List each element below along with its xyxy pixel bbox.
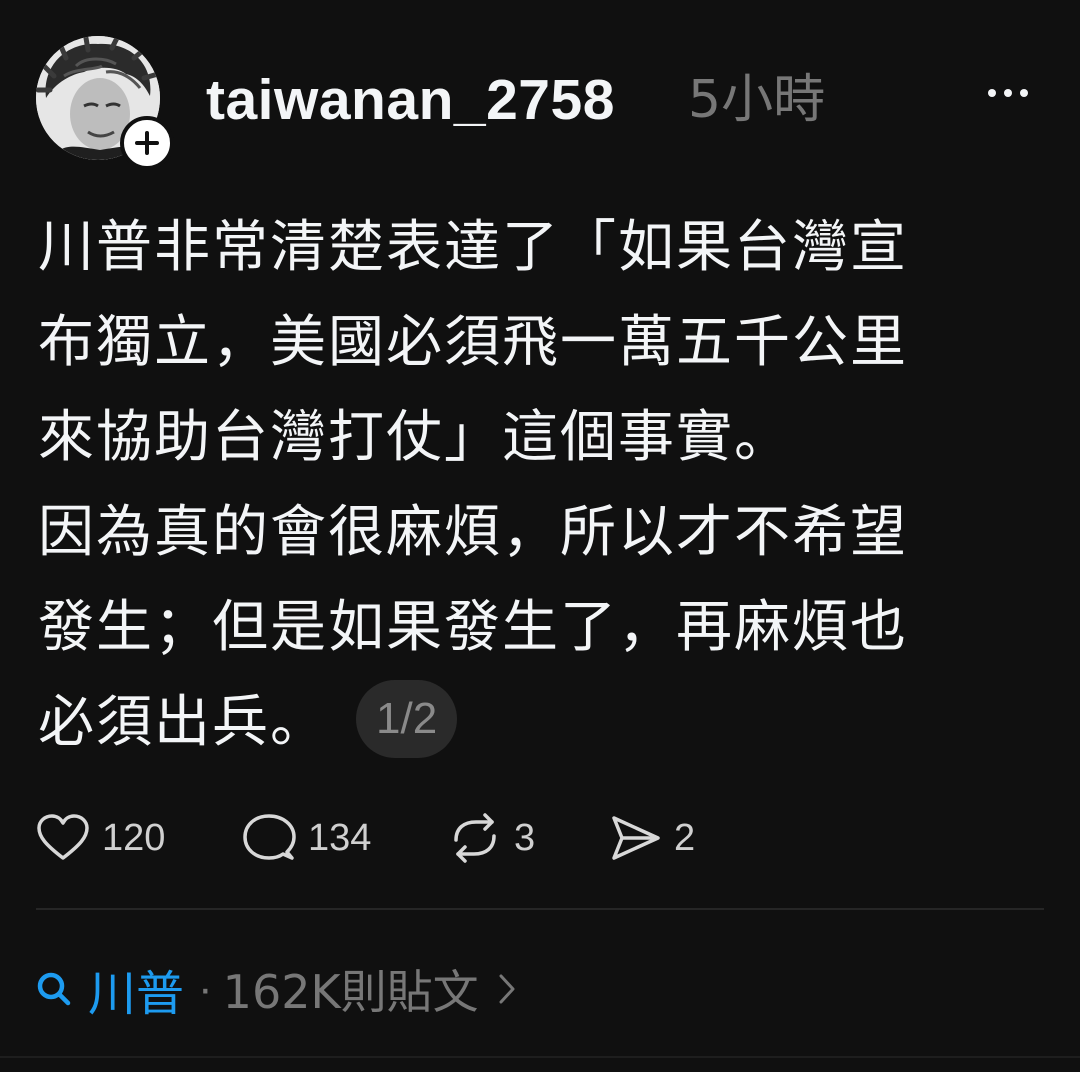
like-button[interactable]: 120: [36, 813, 242, 863]
share-button[interactable]: 2: [608, 812, 728, 864]
share-count: 2: [674, 816, 696, 859]
post-timestamp: 5小時: [688, 70, 826, 130]
post-text-line: 來協助台灣打仗」這個事實。: [38, 405, 792, 470]
chevron-right-icon: [497, 972, 517, 1006]
page-indicator[interactable]: 1/2: [356, 679, 458, 758]
repost-icon: [454, 813, 496, 863]
search-term[interactable]: 川普: [88, 954, 184, 1024]
reply-count: 134: [308, 816, 372, 859]
post-body: 川普非常清楚表達了「如果台灣宣 布獨立，美國必須飛一萬五千公里 來協助台灣打仗」…: [38, 200, 1038, 770]
username[interactable]: taiwanan_2758: [206, 62, 615, 138]
comment-icon: [243, 814, 296, 860]
post-text-line: 發生；但是如果發生了，再麻煩也: [38, 595, 908, 660]
post-text-last-line: 必須出兵。 1/2: [38, 675, 1038, 770]
separator-dot: ·: [198, 964, 213, 1013]
heart-icon: [37, 814, 89, 860]
related-search-link[interactable]: 川普 · 162K則貼文: [36, 954, 517, 1024]
follow-button[interactable]: [120, 116, 174, 170]
action-bar: 120 134 3 2: [36, 806, 728, 870]
repost-count: 3: [514, 816, 536, 859]
bottom-divider: [0, 1056, 1080, 1058]
avatar-container[interactable]: [36, 36, 174, 170]
search-icon: [37, 972, 71, 1006]
post-text-line: 因為真的會很麻煩，所以才不希望: [38, 500, 908, 565]
send-icon: [612, 816, 660, 860]
post-text-line: 布獨立，美國必須飛一萬五千公里: [38, 310, 908, 375]
search-post-count: 162K則貼文: [222, 965, 479, 1019]
plus-icon: [135, 131, 159, 155]
post-text-line: 必須出兵。: [38, 690, 328, 755]
more-options-button[interactable]: [980, 76, 1036, 110]
reply-button[interactable]: 134: [242, 812, 448, 864]
like-count: 120: [102, 816, 166, 859]
post-text-line: 川普非常清楚表達了「如果台灣宣: [38, 215, 908, 280]
thread-post: taiwanan_2758 5小時 川普非常清楚表達了「如果台灣宣 布獨立，美國…: [0, 0, 1080, 1072]
more-dots-icon: [988, 89, 1028, 97]
divider: [36, 908, 1044, 910]
repost-button[interactable]: 3: [448, 812, 608, 864]
